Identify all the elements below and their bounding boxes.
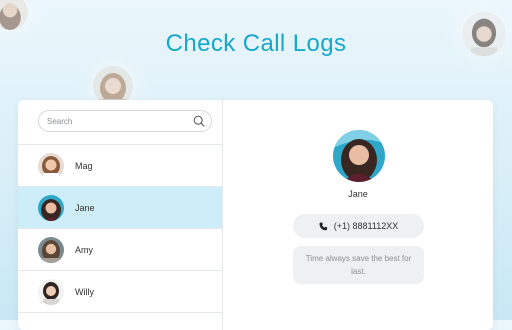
phone-icon [319,222,327,230]
contact-row-jane[interactable]: Jane [18,187,222,229]
avatar [38,194,64,221]
contact-list: Mag Jane Amy Willy [18,100,223,330]
contact-name: Mag [75,160,93,171]
detail-contact-name: Jane [348,189,368,199]
phone-number: (+1) 8881112XX [333,221,399,231]
search-bar-area [18,100,222,145]
contact-detail: Jane (+1) 8881112XX Time always save the… [223,100,493,330]
phone-number-pill[interactable]: (+1) 8881112XX [293,214,424,238]
contact-note: Time always save the best for last. [293,246,424,284]
detail-avatar [333,130,385,182]
contact-name: Willy [75,286,94,297]
avatar [38,278,64,305]
contact-name: Jane [75,202,95,213]
contact-row-willy[interactable]: Willy [18,271,222,313]
avatar [38,236,64,263]
contact-name: Amy [75,244,93,255]
search-box[interactable] [38,110,212,132]
search-icon[interactable] [193,115,205,127]
page-headline: Check Call Logs [165,30,347,57]
contact-row-amy[interactable]: Amy [18,229,222,271]
contact-row-mag[interactable]: Mag [18,145,222,187]
background-avatar [0,0,28,30]
avatar [38,152,64,179]
search-input[interactable] [47,116,193,126]
call-log-panel: Mag Jane Amy Willy Jane [18,100,493,330]
